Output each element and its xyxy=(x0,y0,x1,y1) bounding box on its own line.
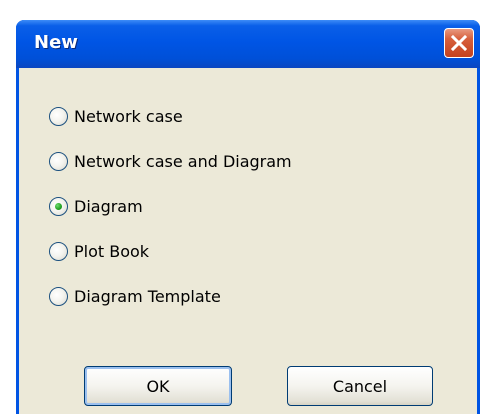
ok-button[interactable]: OK xyxy=(84,366,232,406)
title-bar[interactable]: New xyxy=(16,20,480,68)
option-label: Network case and Diagram xyxy=(74,151,292,171)
cancel-button[interactable]: Cancel xyxy=(287,366,433,406)
close-button[interactable] xyxy=(444,28,474,58)
dialog-body: Network case Network case and Diagram Di… xyxy=(19,68,477,414)
radio-network-case-and-diagram[interactable] xyxy=(49,151,68,171)
dialog-title: New xyxy=(34,32,78,53)
new-dialog: New Network case Network case and Diagra… xyxy=(16,20,480,414)
option-network-case-and-diagram[interactable]: Network case and Diagram xyxy=(49,147,292,175)
option-label: Diagram xyxy=(74,196,143,216)
radio-network-case[interactable] xyxy=(49,106,68,126)
radio-diagram-template[interactable] xyxy=(49,286,68,306)
option-diagram-template[interactable]: Diagram Template xyxy=(49,282,221,310)
option-plot-book[interactable]: Plot Book xyxy=(49,237,149,265)
option-label: Plot Book xyxy=(74,241,150,261)
option-network-case[interactable]: Network case xyxy=(49,102,183,130)
radio-diagram[interactable] xyxy=(49,196,68,216)
close-icon xyxy=(450,34,468,52)
option-label: Diagram Template xyxy=(74,286,221,306)
option-diagram[interactable]: Diagram xyxy=(49,192,143,220)
radio-plot-book[interactable] xyxy=(49,241,68,261)
option-label: Network case xyxy=(74,106,183,126)
